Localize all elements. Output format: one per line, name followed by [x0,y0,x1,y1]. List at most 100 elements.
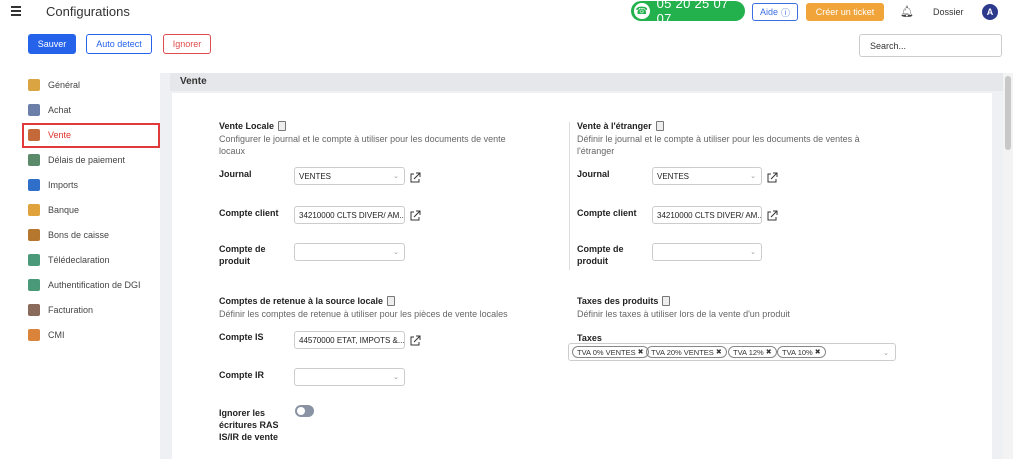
avatar[interactable]: A [982,4,998,20]
compte-client-etranger-select[interactable]: 34210000 CLTS DIVER/ AM... [652,206,762,224]
vente-locale-desc-line1: Configurer le journal et le compte à uti… [219,134,506,144]
sidebar-item[interactable]: CMI [20,324,160,346]
journal-value: VENTES [299,171,332,181]
sidebar-item-label: Général [48,80,81,90]
app-title: Configurations [46,4,130,19]
external-link-icon[interactable] [766,172,778,184]
ignore-button[interactable]: Ignorer [163,34,211,54]
hamburger-menu-icon[interactable] [11,6,21,16]
bank-icon [28,204,40,216]
journal-etranger-select[interactable]: VENTES ⌄ [652,167,762,185]
ignore-ras-label-line1: Ignorer les [219,408,266,418]
external-link-icon[interactable] [409,335,421,347]
document-icon [387,296,396,306]
auto-detect-button[interactable]: Auto detect [86,34,152,54]
ignore-ras-label: Ignorer les écritures RAS IS/IR de vente [219,407,279,443]
key-icon [28,279,40,291]
scrollbar[interactable] [1003,73,1013,459]
compte-client-select[interactable]: 34210000 CLTS DIVER/ AM... [294,206,405,224]
sidebar-item-label: Imports [48,180,79,190]
tax-tag[interactable]: TVA 12% ✖ [728,346,777,358]
scroll-thumb[interactable] [1005,76,1011,150]
journal-label: Journal [219,169,252,179]
vente-etranger-desc-line1: Définir le journal et le compte à utilis… [577,134,860,144]
chevron-down-icon: ⌄ [393,374,399,381]
phone-number: 05 20 25 07 07 [656,0,729,26]
compte-produit-label-line2: produit [219,256,250,266]
retenue-title: Comptes de retenue à la source locale [219,296,396,306]
sidebar-item[interactable]: Imports [20,174,160,196]
sidebar-item[interactable]: Délais de paiement [20,149,160,171]
taxes-multiselect[interactable]: ⌄ TVA 0% VENTES ✖ TVA 20% VENTES ✖ TVA 12% ✖ T… [568,343,896,361]
vente-etranger-desc-line2: l'étranger [577,146,615,156]
section-header: Vente [170,73,1003,91]
compte-ir-label: Compte IR [219,370,264,380]
vente-etranger-title: Vente à l'étranger [577,121,664,131]
compte-produit-select[interactable]: ⌄ [294,243,405,261]
sidebar-item-label: Facturation [48,305,94,315]
sidebar-item[interactable]: Banque [20,199,160,221]
tax-tag-label: TVA 20% VENTES [651,347,714,357]
bell-icon[interactable]: 🔔︎ [900,5,914,18]
sidebar-item[interactable]: Facturation [20,299,160,321]
sidebar-item[interactable]: Général [20,74,160,96]
help-button[interactable]: Aide ⓘ [752,3,798,21]
taxes-desc: Définir les taxes à utiliser lors de la … [577,309,790,319]
ignore-ras-label-line3: IS/IR de vente [219,432,279,442]
retenue-title-text: Comptes de retenue à la source locale [219,296,384,306]
compte-client-etranger-value: 34210000 CLTS DIVER/ AM... [657,210,762,220]
ignore-ras-label-line2: écritures RAS [219,420,279,430]
search-input[interactable] [859,34,1002,57]
ignore-ras-toggle[interactable] [295,405,314,417]
external-link-icon[interactable] [766,210,778,222]
sidebar-item-label: Bons de caisse [48,230,110,240]
document-icon [28,254,40,266]
card-icon [28,329,40,341]
remove-tag-icon[interactable]: ✖ [716,348,722,356]
tax-tag[interactable]: TVA 0% VENTES ✖ [572,346,649,358]
document-icon [655,121,664,131]
remove-tag-icon[interactable]: ✖ [638,348,644,356]
remove-tag-icon[interactable]: ✖ [815,348,821,356]
tag-icon [28,304,40,316]
compte-produit-etranger-select[interactable]: ⌄ [652,243,762,261]
vente-locale-desc-line2: locaux [219,146,246,156]
journal-etranger-label: Journal [577,169,610,179]
sidebar-item[interactable]: Bons de caisse [20,224,160,246]
compte-is-value: 44570000 ETAT, IMPOTS &... [299,335,405,345]
folder-icon [28,179,40,191]
save-button[interactable]: Sauver [28,34,76,54]
chevron-down-icon: ⌄ [883,350,889,357]
vente-locale-desc: Configurer le journal et le compte à uti… [219,133,506,157]
sidebar-item[interactable]: Achat [20,99,160,121]
create-ticket-button[interactable]: Créer un ticket [806,3,884,21]
help-circle-icon: ⓘ [781,7,791,18]
compte-is-select[interactable]: 44570000 ETAT, IMPOTS &... [294,331,405,349]
compte-is-label: Compte IS [219,332,264,342]
chevron-down-icon: ⌄ [393,173,399,180]
calendar-icon [28,154,40,166]
sidebar-item[interactable]: Télédeclaration [20,249,160,271]
document-icon [278,121,287,131]
journal-select[interactable]: VENTES ⌄ [294,167,405,185]
phone-support-button[interactable]: ☎ 05 20 25 07 07 [631,0,745,26]
cart-icon [28,104,40,116]
dossier-menu[interactable]: Dossier [933,7,964,17]
compte-ir-select[interactable]: ⌄ [294,368,405,386]
vente-locale-title: Vente Locale [219,121,287,131]
remove-tag-icon[interactable]: ✖ [766,348,772,356]
external-link-icon[interactable] [409,210,421,222]
taxes-title-text: Taxes des produits [577,296,659,306]
sidebar-item-label: Authentification de DGI [48,280,141,290]
tax-tag[interactable]: TVA 10% ✖ [777,346,826,358]
compte-produit-etranger-label: Compte de produit [577,243,624,267]
retenue-desc: Définir les comptes de retenue à utilise… [219,309,508,319]
sidebar-item[interactable]: Authentification de DGI [20,274,160,296]
document-icon [662,296,671,306]
receipt-icon [28,229,40,241]
external-link-icon[interactable] [409,172,421,184]
tax-tag[interactable]: TVA 20% VENTES ✖ [646,346,727,358]
column-divider [569,122,570,270]
compte-client-etranger-label: Compte client [577,208,637,218]
compte-produit-label-line1: Compte de [219,244,266,254]
